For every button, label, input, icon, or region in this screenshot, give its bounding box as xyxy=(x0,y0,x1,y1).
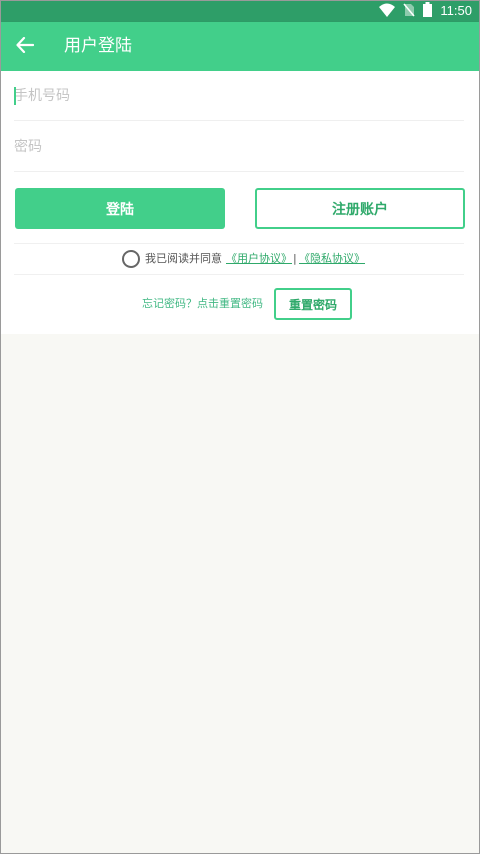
back-button[interactable] xyxy=(12,34,38,60)
agree-label: 我已阅读并同意 xyxy=(145,252,222,265)
password-field-row xyxy=(14,122,464,172)
status-bar: 11:50 xyxy=(0,0,480,22)
no-sim-icon xyxy=(403,2,415,21)
forgot-password-hint: 忘记密码？点击重置密码 xyxy=(142,297,263,310)
divider xyxy=(14,243,464,244)
password-input[interactable] xyxy=(14,122,464,171)
battery-icon xyxy=(423,1,433,21)
phone-input[interactable] xyxy=(14,71,464,120)
divider xyxy=(14,274,464,275)
wifi-icon xyxy=(379,2,396,21)
arrow-left-icon xyxy=(16,36,35,57)
login-card: 登陆 注册账户 我已阅读并同意 《用户协议》 | 《隐私协议》 忘记密码？点击重… xyxy=(0,71,480,334)
reset-password-button[interactable]: 重置密码 xyxy=(274,288,352,320)
agreement-row: 我已阅读并同意 《用户协议》 | 《隐私协议》 xyxy=(0,248,480,270)
user-agreement-link[interactable]: 《用户协议》 xyxy=(226,248,292,270)
app-bar: 用户登陆 xyxy=(0,22,480,71)
status-icons: 11:50 xyxy=(379,1,472,21)
privacy-policy-link[interactable]: 《隐私协议》 xyxy=(299,248,365,270)
page-title: 用户登陆 xyxy=(64,36,132,56)
phone-field-row xyxy=(14,71,464,121)
register-button[interactable]: 注册账户 xyxy=(255,188,465,229)
status-time: 11:50 xyxy=(440,3,472,18)
text-cursor xyxy=(14,87,16,105)
agree-radio[interactable] xyxy=(122,250,140,268)
login-button[interactable]: 登陆 xyxy=(15,188,225,229)
agreement-separator: | xyxy=(293,252,297,265)
